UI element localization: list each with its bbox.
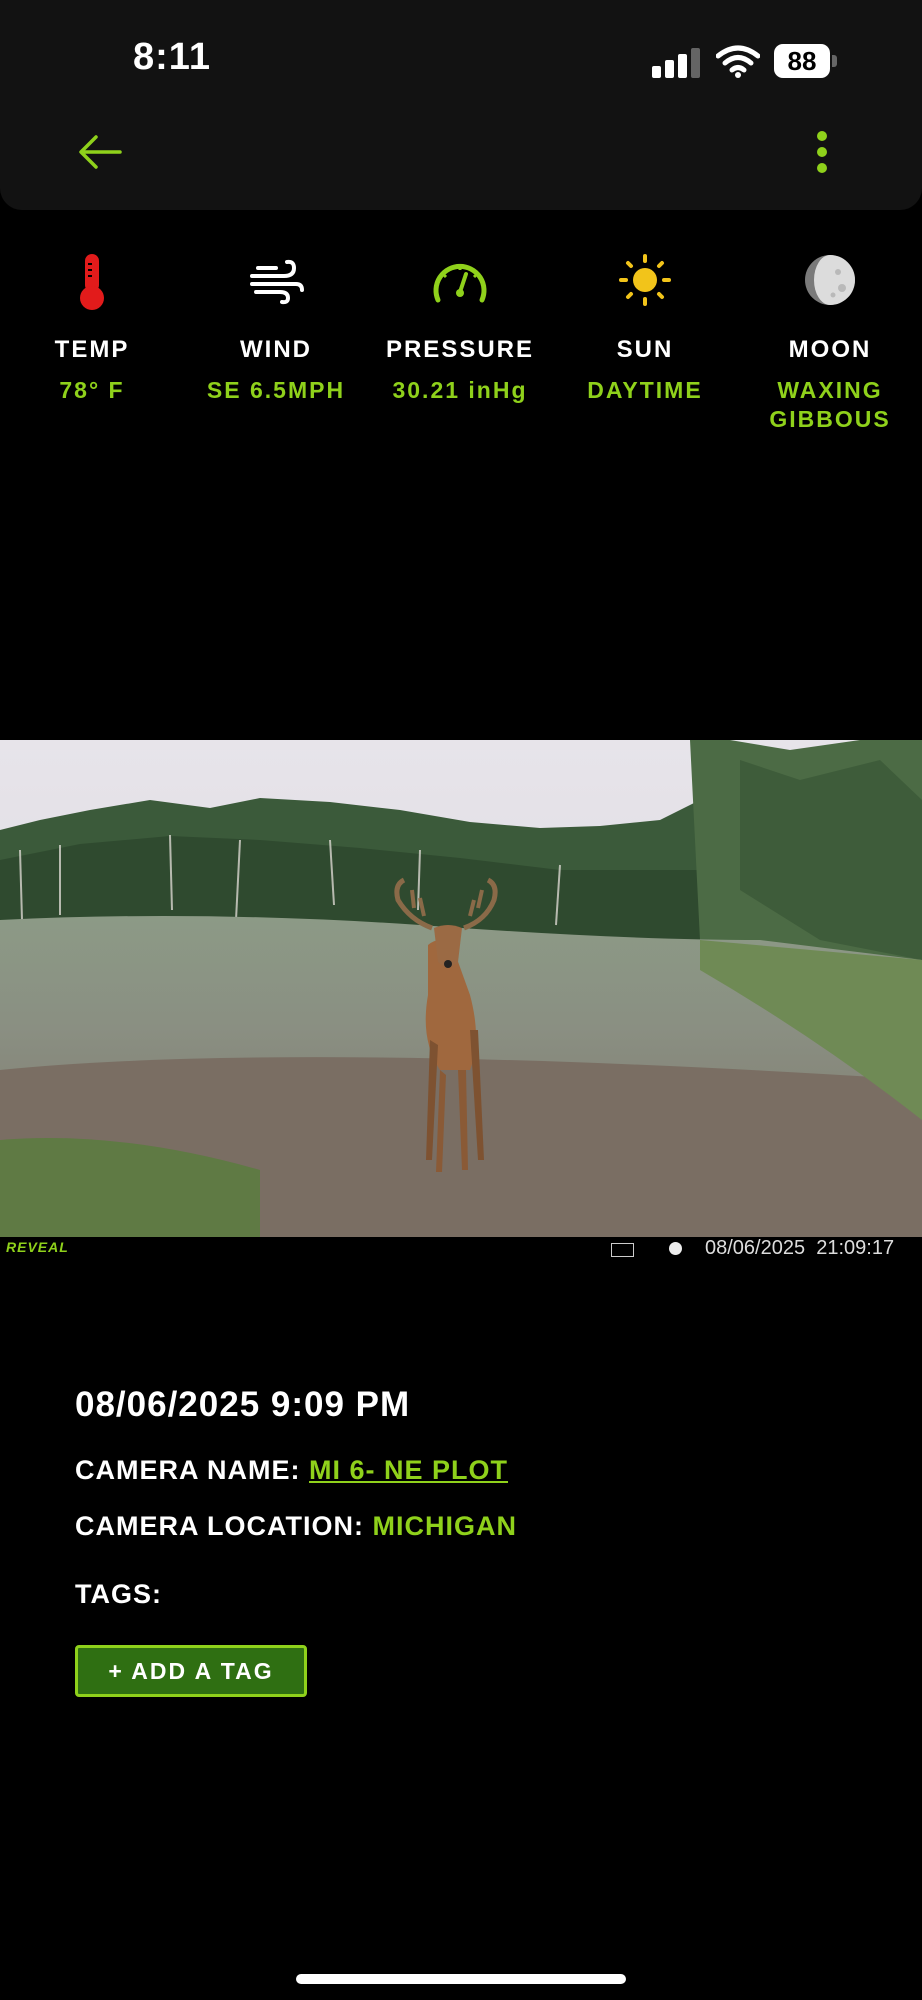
deer-photo-image <box>0 740 922 1237</box>
battery-level: 88 <box>774 44 830 78</box>
thermometer-icon <box>80 254 104 310</box>
sun-icon <box>619 254 671 306</box>
camera-location-label: CAMERA LOCATION: <box>75 1511 364 1541</box>
weather-strip: TEMP 78° F WIND SE 6.5MPH PRESSURE 30.21… <box>0 240 922 460</box>
temp-label: TEMP <box>54 336 130 363</box>
photo-timestamp: 08/06/2025 21:09:17 <box>705 1237 894 1260</box>
camera-location-value: MICHIGAN <box>372 1511 517 1541</box>
trail-camera-photo[interactable] <box>0 740 922 1237</box>
battery-icon: 88 <box>774 44 838 78</box>
status-time: 8:11 <box>133 36 211 78</box>
camera-name-label: CAMERA NAME: <box>75 1455 301 1485</box>
gauge-icon <box>433 263 487 303</box>
tags-label: TAGS: <box>75 1579 162 1609</box>
back-arrow-icon[interactable] <box>72 124 128 180</box>
moon-icon <box>805 255 855 305</box>
moon-value-line-1: WAXING <box>777 377 883 403</box>
camera-battery-icon <box>611 1243 634 1257</box>
temp-value: 78° F <box>59 377 125 403</box>
sun-value: DAYTIME <box>587 377 703 403</box>
capture-date: 08/06/2025 9:09 PM <box>75 1385 411 1424</box>
moon-value-line-2: GIBBOUS <box>769 406 891 432</box>
pressure-value: 30.21 inHg <box>392 377 528 403</box>
pressure-label: PRESSURE <box>385 336 535 363</box>
photo-stamp-date: 08/06/2025 <box>705 1237 806 1259</box>
camera-location-row: CAMERA LOCATION: MICHIGAN <box>75 1511 517 1542</box>
photo-stamp-time: 21:09:17 <box>816 1237 895 1259</box>
nav-bar <box>0 110 922 210</box>
wind-label: WIND <box>240 336 312 363</box>
camera-name-row: CAMERA NAME: MI 6- NE PLOT <box>75 1455 508 1486</box>
wind-icon <box>250 259 304 305</box>
moon-value: WAXING GIBBOUS <box>740 376 920 434</box>
wind-value: SE 6.5MPH <box>206 377 346 403</box>
home-indicator[interactable] <box>296 1974 626 1984</box>
more-options-icon[interactable] <box>802 124 842 180</box>
moon-label: MOON <box>788 336 872 363</box>
add-tag-button[interactable]: + ADD A TAG <box>75 1645 307 1697</box>
camera-name-link[interactable]: MI 6- NE PLOT <box>309 1455 508 1485</box>
reveal-logo: REVEAL <box>6 1239 69 1255</box>
cellular-signal-icon <box>652 48 702 78</box>
sun-label: SUN <box>616 336 674 363</box>
camera-moon-icon <box>669 1242 682 1255</box>
wifi-icon <box>716 45 760 78</box>
